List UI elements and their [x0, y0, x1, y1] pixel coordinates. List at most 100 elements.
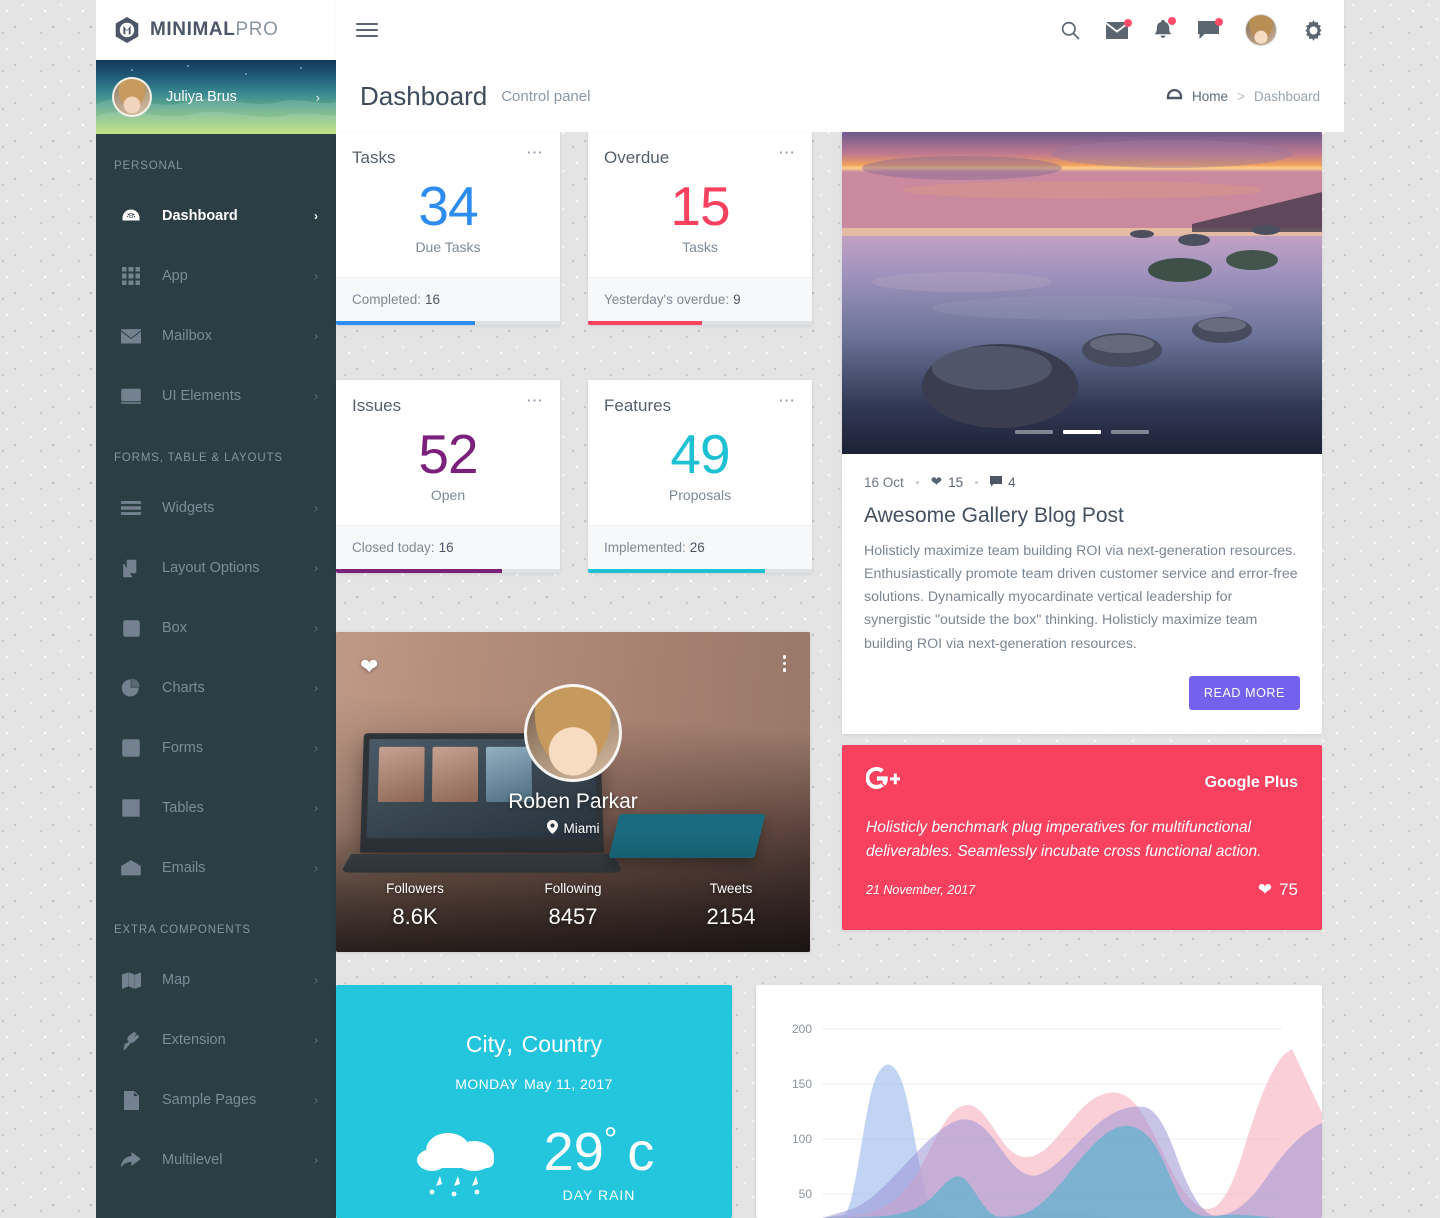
- card-title: Overdue: [604, 148, 670, 167]
- blog-comments[interactable]: 4: [990, 475, 1016, 490]
- brand-name-light: PRO: [235, 19, 279, 40]
- plug-icon: [120, 1031, 142, 1050]
- bell-icon[interactable]: [1154, 17, 1176, 40]
- stat-value: 8457: [548, 904, 598, 929]
- dashboard-page: MINIMALPRO Juliya Brus › PERSONAL Dashbo…: [0, 0, 1440, 1218]
- gallery-image[interactable]: [842, 132, 1322, 454]
- footer-label: Closed today:: [352, 539, 435, 555]
- sidebar-item-dashboard[interactable]: Dashboard ›: [96, 186, 336, 246]
- chat-icon[interactable]: [1198, 17, 1223, 40]
- card-header: Issues ⋯: [336, 380, 560, 416]
- open-envelope-icon: [120, 860, 142, 876]
- topbar-actions: [1061, 14, 1324, 46]
- weather-temp-block: 29° c DAY RAIN: [544, 1123, 655, 1203]
- search-icon[interactable]: [1061, 21, 1080, 40]
- gplus-quote: Holisticly benchmark plug imperatives fo…: [866, 819, 1262, 861]
- notification-badge: [1215, 17, 1223, 26]
- carousel-dot-3[interactable]: [1111, 430, 1149, 434]
- carousel-dot-2[interactable]: [1063, 430, 1101, 434]
- grid-icon: [120, 267, 142, 285]
- sidebar-item-forms[interactable]: Forms ›: [96, 718, 336, 778]
- stat-value: 8.6K: [392, 904, 438, 929]
- chart-series: [822, 1049, 1322, 1218]
- sidebar-item-charts[interactable]: Charts ›: [96, 658, 336, 718]
- main-content: Tasks ⋯ 34 Due Tasks Completed: 16 Overdu…: [336, 132, 1344, 1218]
- blog-meta: 16 Oct ❤ 15 4: [864, 474, 1300, 490]
- gplus-footer: 21 November, 2017 ❤ 75: [866, 880, 1298, 900]
- sidebar-item-layout-options[interactable]: Layout Options ›: [96, 538, 336, 598]
- svg-text:50: 50: [799, 1187, 813, 1201]
- footer-value: 26: [689, 539, 705, 555]
- notification-badge: [1124, 18, 1132, 27]
- sidebar-user-name: Juliya Brus: [166, 89, 237, 105]
- sidebar-item-ui-elements[interactable]: UI Elements ›: [96, 366, 336, 426]
- stat-card-overdue: Overdue ⋯ 15 Tasks Yesterday's overdue: 9: [588, 132, 812, 325]
- sidebar-user-profile[interactable]: Juliya Brus ›: [96, 60, 336, 134]
- sidebar-item-label: Forms: [162, 740, 204, 756]
- sidebar-item-label: UI Elements: [162, 388, 241, 404]
- sidebar-item-box[interactable]: Box ›: [96, 598, 336, 658]
- more-options-icon[interactable]: ⋯: [526, 392, 544, 409]
- envelope-icon[interactable]: [1106, 18, 1132, 39]
- profile-stat: Tweets 2154: [652, 881, 810, 930]
- avatar[interactable]: [1245, 14, 1277, 46]
- sidebar-item-sample-pages[interactable]: Sample Pages ›: [96, 1070, 336, 1130]
- arrow-curve-icon: [120, 1152, 142, 1168]
- hamburger-icon[interactable]: [356, 19, 378, 41]
- carousel-dot-1[interactable]: [1015, 430, 1053, 434]
- gplus-likes[interactable]: ❤ 75: [1258, 880, 1298, 900]
- heart-icon: ❤: [930, 474, 943, 489]
- profile-card: ❤ Roben Parkar Miami Followers 8.6K Foll…: [336, 632, 810, 952]
- page-subtitle: Control panel: [501, 87, 591, 105]
- breadcrumb-home[interactable]: Home: [1192, 89, 1228, 104]
- chevron-right-icon: ›: [314, 681, 318, 695]
- sidebar-item-map[interactable]: Map ›: [96, 950, 336, 1010]
- temperature-value: 29: [543, 1121, 604, 1182]
- more-options-icon[interactable]: ⋯: [526, 144, 544, 161]
- stat-caption: Due Tasks: [415, 238, 481, 255]
- comment-icon: [990, 475, 1003, 490]
- sidebar-item-extension[interactable]: Extension ›: [96, 1010, 336, 1070]
- chevron-right-icon: ›: [314, 801, 318, 815]
- monitor-icon: [120, 388, 142, 404]
- breadcrumb-separator: >: [1237, 88, 1245, 104]
- speedometer-icon: [1166, 88, 1183, 105]
- sidebar-item-label: Dashboard: [162, 208, 238, 224]
- sidebar-item-emails[interactable]: Emails ›: [96, 838, 336, 898]
- blog-card: 16 Oct ❤ 15 4 Awesome Gallery Blog Post H…: [842, 132, 1322, 734]
- more-options-icon[interactable]: ⋯: [778, 392, 796, 409]
- card-footer: Completed: 16: [336, 276, 560, 321]
- weather-reading: 29° c DAY RAIN: [336, 1122, 732, 1203]
- sidebar-item-app[interactable]: App ›: [96, 246, 336, 306]
- sidebar-item-label: Extension: [162, 1032, 226, 1048]
- sidebar-item-tables[interactable]: Tables ›: [96, 778, 336, 838]
- card-footer: Closed today: 16: [336, 524, 560, 569]
- chevron-right-icon: ›: [314, 861, 318, 875]
- file-icon: [120, 1090, 142, 1110]
- table-icon: [120, 799, 142, 817]
- area-chart[interactable]: 200 150 100 50: [756, 985, 1322, 1218]
- weather-condition: DAY RAIN: [562, 1186, 636, 1203]
- more-options-icon[interactable]: ⋯: [778, 144, 796, 161]
- footer-value: 9: [733, 291, 741, 307]
- gplus-date: 21 November, 2017: [866, 883, 976, 898]
- footer-label: Completed:: [352, 291, 422, 307]
- gplus-header: Google Plus: [865, 766, 1298, 798]
- brand-logo[interactable]: MINIMALPRO: [96, 0, 336, 60]
- blog-date: 16 Oct: [864, 474, 904, 490]
- sidebar-item-widgets[interactable]: Widgets ›: [96, 478, 336, 538]
- more-vertical-icon[interactable]: [782, 652, 786, 675]
- weather-city: City: [465, 1031, 506, 1057]
- gear-icon[interactable]: [1303, 19, 1324, 41]
- blog-body: 16 Oct ❤ 15 4 Awesome Gallery Blog Post H…: [842, 454, 1322, 734]
- heart-icon[interactable]: ❤: [360, 654, 378, 680]
- chevron-right-icon: ›: [314, 269, 318, 283]
- sidebar-item-mailbox[interactable]: Mailbox ›: [96, 306, 336, 366]
- read-more-button[interactable]: READ MORE: [1188, 675, 1300, 710]
- meta-separator: [975, 480, 979, 484]
- stat-label: Followers: [386, 881, 444, 896]
- sidebar-item-multilevel[interactable]: Multilevel ›: [96, 1130, 336, 1190]
- blog-likes[interactable]: ❤ 15: [931, 474, 963, 490]
- sidebar-section-title-extra: EXTRA COMPONENTS: [114, 924, 251, 936]
- stat-label: Following: [544, 881, 602, 896]
